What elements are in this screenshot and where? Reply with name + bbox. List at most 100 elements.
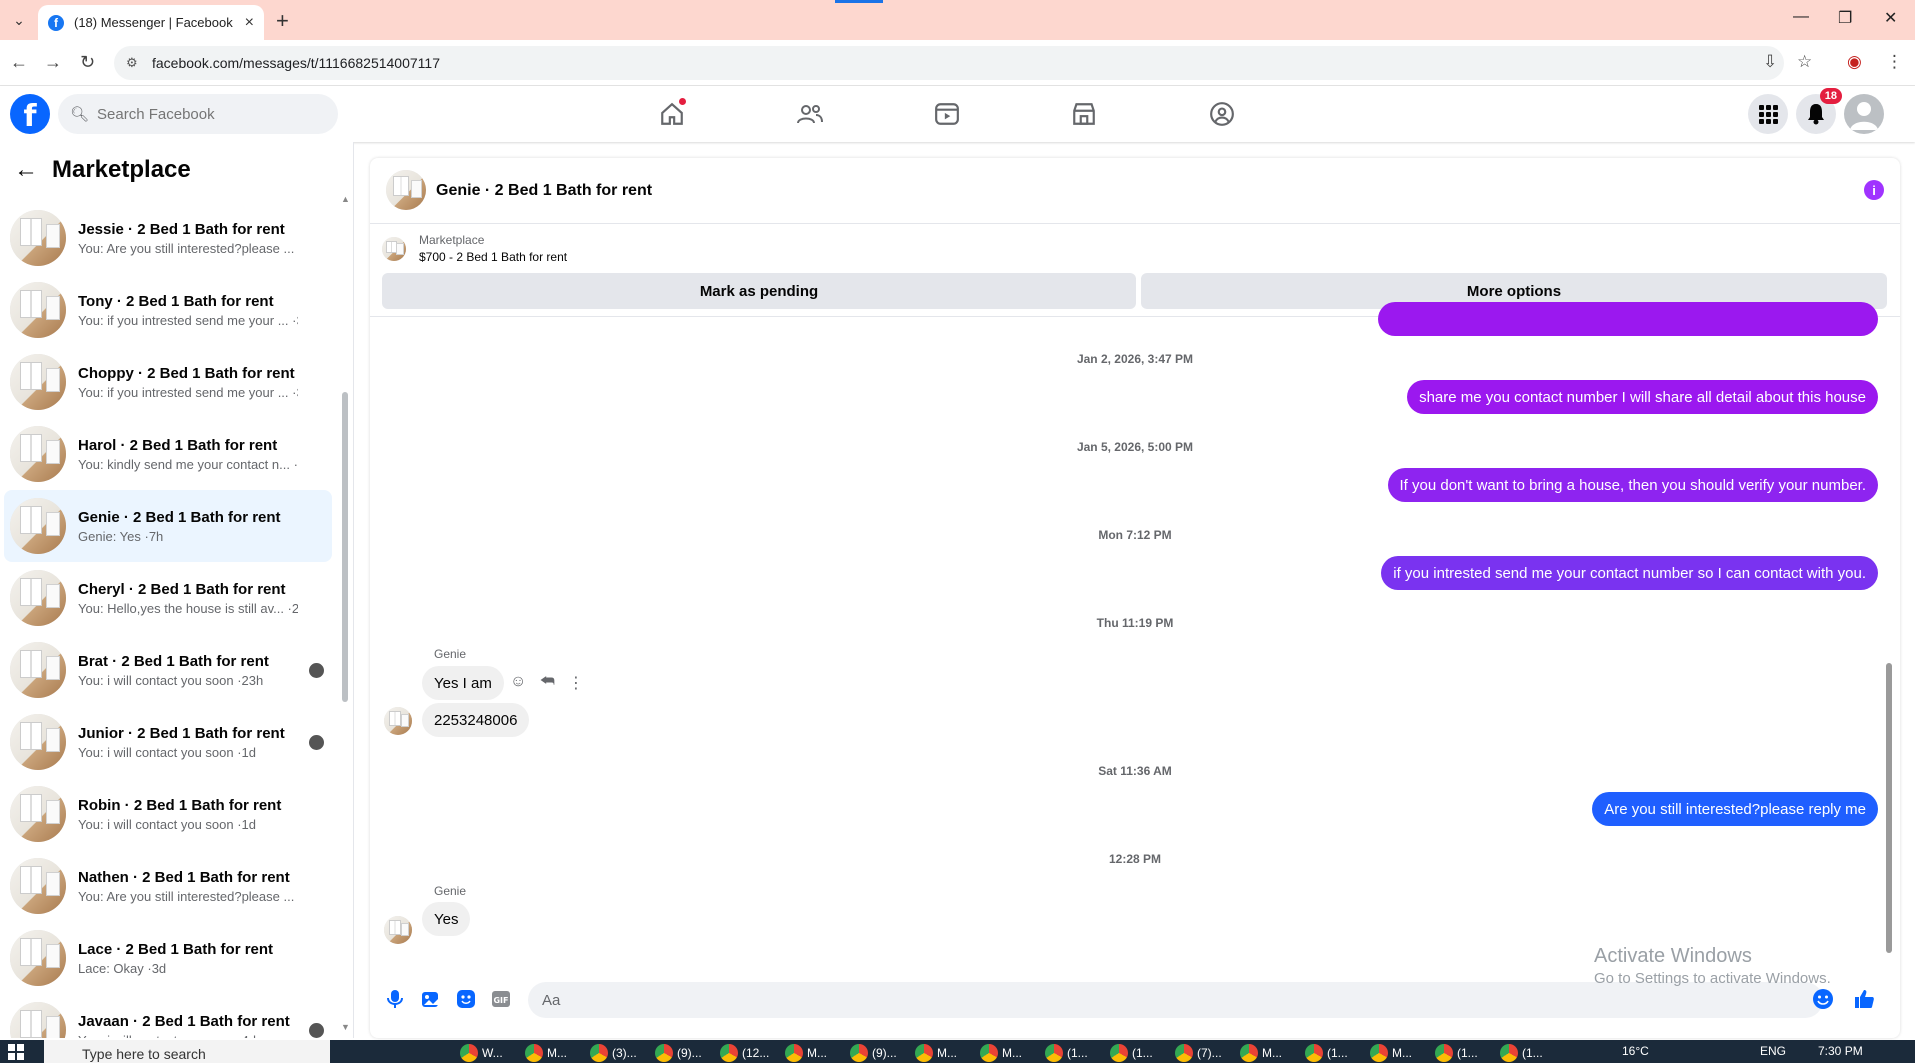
message-input[interactable]: Aa xyxy=(528,982,1823,1018)
taskbar-window-item[interactable]: (9)... xyxy=(655,1042,702,1063)
weather-temperature[interactable]: 16°C xyxy=(1622,1044,1649,1058)
info-icon[interactable]: i xyxy=(1864,180,1884,200)
conversation-item[interactable]: Genie · 2 Bed 1 Bath for rent Genie: Yes … xyxy=(4,490,332,562)
conversation-preview: You: i will contact you soon ·1d xyxy=(78,744,257,760)
taskbar-window-item[interactable]: (9)... xyxy=(850,1042,897,1063)
forward-icon[interactable]: → xyxy=(44,52,62,73)
minimize-icon[interactable]: — xyxy=(1793,8,1809,26)
browser-tab-messenger[interactable]: f (18) Messenger | Facebook × xyxy=(38,5,264,40)
gif-icon[interactable]: GIF xyxy=(490,988,512,1010)
taskbar-window-item[interactable]: (3)... xyxy=(590,1042,637,1063)
windows-start-icon[interactable] xyxy=(8,1044,24,1060)
profile-icon[interactable]: ◉ xyxy=(1847,52,1862,72)
mark-as-pending-button[interactable]: Mark as pending xyxy=(382,273,1136,309)
taskbar-window-item[interactable]: M... xyxy=(980,1042,1022,1063)
taskbar-window-item[interactable]: W... xyxy=(460,1042,503,1063)
taskbar-window-item[interactable]: M... xyxy=(785,1042,827,1063)
taskbar-window-item[interactable]: (1... xyxy=(1045,1042,1088,1063)
taskbar-window-item[interactable]: M... xyxy=(525,1042,567,1063)
sidebar-scrollbar[interactable] xyxy=(342,392,348,702)
conversation-item[interactable]: Cheryl · 2 Bed 1 Bath for rent You: Hello… xyxy=(4,562,332,634)
conversation-item[interactable]: Lace · 2 Bed 1 Bath for rent Lace: Okay ·… xyxy=(4,922,332,994)
react-smiley-icon[interactable]: ☺ xyxy=(510,673,526,691)
conversation-item[interactable]: Tony · 2 Bed 1 Bath for rent You: if you … xyxy=(4,274,332,346)
listing-title[interactable]: $700 - 2 Bed 1 Bath for rent xyxy=(419,250,567,264)
taskbar-window-item[interactable]: (7)... xyxy=(1175,1042,1222,1063)
site-info-icon[interactable]: ⚙ xyxy=(126,55,138,71)
conversation-item[interactable]: Brat · 2 Bed 1 Bath for rent You: i will … xyxy=(4,634,332,706)
taskbar-window-item[interactable]: (12... xyxy=(720,1042,769,1063)
listing-thumbnail[interactable] xyxy=(382,237,406,261)
facebook-logo-icon[interactable]: f xyxy=(10,94,50,134)
outgoing-message[interactable]: If you don't want to bring a house, then… xyxy=(1387,468,1878,502)
activate-windows-watermark: Activate Windows Go to Settings to activ… xyxy=(1594,945,1831,987)
tab-close-icon[interactable]: × xyxy=(245,14,254,32)
sender-avatar[interactable] xyxy=(384,707,412,735)
new-tab-icon[interactable]: + xyxy=(276,8,289,34)
restore-icon[interactable]: ❐ xyxy=(1838,8,1852,28)
search-input[interactable] xyxy=(97,105,318,123)
taskbar-window-item[interactable]: (1... xyxy=(1500,1042,1543,1063)
bookmark-star-icon[interactable]: ☆ xyxy=(1797,52,1812,72)
conversation-preview: You: if you intrested send me your ... ·… xyxy=(78,312,298,328)
chat-title[interactable]: Genie · 2 Bed 1 Bath for rent xyxy=(436,182,652,200)
taskbar-window-item[interactable]: (1... xyxy=(1435,1042,1478,1063)
browser-menu-icon[interactable]: ⋮ xyxy=(1886,52,1903,72)
notifications-bell-icon[interactable]: 18 xyxy=(1796,88,1842,134)
outgoing-message-partial[interactable] xyxy=(1378,302,1878,336)
chat-avatar[interactable] xyxy=(386,170,426,210)
like-thumb-icon[interactable] xyxy=(1853,988,1875,1010)
video-icon[interactable] xyxy=(931,98,963,130)
scroll-up-icon[interactable]: ▲ xyxy=(341,194,350,204)
tab-search-chevron-icon[interactable]: ⌄ xyxy=(6,8,32,32)
taskbar-window-item[interactable]: (1... xyxy=(1305,1042,1348,1063)
search-box[interactable]: 🔍︎ xyxy=(58,94,338,134)
omnibox[interactable]: ⚙ facebook.com/messages/t/11166825140071… xyxy=(114,46,1784,80)
incoming-message[interactable]: Yes I am xyxy=(422,666,504,700)
conversation-item[interactable]: Javaan · 2 Bed 1 Bath for rent You: i wil… xyxy=(4,994,332,1038)
reload-icon[interactable]: ↻ xyxy=(80,52,95,73)
taskbar-item-label: M... xyxy=(937,1045,957,1060)
outgoing-message[interactable]: Are you still interested?please reply me xyxy=(1592,792,1878,826)
conversation-item[interactable]: Harol · 2 Bed 1 Bath for rent You: kindly… xyxy=(4,418,332,490)
conversation-item[interactable]: Robin · 2 Bed 1 Bath for rent You: i will… xyxy=(4,778,332,850)
conversation-item[interactable]: Junior · 2 Bed 1 Bath for rent You: i wil… xyxy=(4,706,332,778)
conversation-item[interactable]: Choppy · 2 Bed 1 Bath for rent You: if yo… xyxy=(4,346,332,418)
taskbar-window-item[interactable]: (1... xyxy=(1110,1042,1153,1063)
url-text[interactable]: facebook.com/messages/t/1116682514007117 xyxy=(152,55,440,71)
sticker-icon[interactable] xyxy=(455,988,477,1010)
gaming-icon[interactable] xyxy=(1206,98,1238,130)
incoming-message[interactable]: 2253248006 xyxy=(422,703,530,737)
clock[interactable]: 7:30 PM xyxy=(1818,1044,1863,1058)
browser-tab-bar: ⌄ f (18) Messenger | Facebook × + — ❐ ✕ xyxy=(0,0,1915,40)
emoji-icon[interactable] xyxy=(1812,988,1834,1010)
sender-avatar[interactable] xyxy=(384,916,412,944)
outgoing-message[interactable]: share me you contact number I will share… xyxy=(1407,380,1878,414)
incoming-message[interactable]: Yes xyxy=(422,902,471,936)
taskbar-window-item[interactable]: M... xyxy=(915,1042,957,1063)
conversation-name: Lace · 2 Bed 1 Bath for rent xyxy=(78,940,274,958)
seen-avatar xyxy=(309,1023,324,1038)
reply-icon[interactable]: ⮪ xyxy=(540,673,555,691)
taskbar-window-item[interactable]: M... xyxy=(1240,1042,1282,1063)
more-actions-icon[interactable]: ⋮ xyxy=(568,673,584,693)
account-avatar[interactable] xyxy=(1844,94,1884,134)
window-close-icon[interactable]: ✕ xyxy=(1884,8,1897,28)
conversation-item[interactable]: Jessie · 2 Bed 1 Bath for rent You: Are y… xyxy=(4,202,332,274)
menu-grid-icon[interactable] xyxy=(1748,94,1788,134)
home-icon[interactable] xyxy=(656,98,688,130)
marketplace-icon[interactable] xyxy=(1068,98,1100,130)
install-app-icon[interactable]: ⇩ xyxy=(1763,52,1777,72)
chat-scrollbar[interactable] xyxy=(1886,663,1892,953)
scroll-down-icon[interactable]: ▼ xyxy=(341,1022,350,1032)
microphone-icon[interactable] xyxy=(384,988,406,1010)
back-arrow-icon[interactable]: ← xyxy=(14,156,38,184)
back-icon[interactable]: ← xyxy=(10,52,28,73)
language-indicator[interactable]: ENG xyxy=(1760,1044,1786,1058)
taskbar-search[interactable]: Type here to search xyxy=(44,1040,330,1063)
conversation-item[interactable]: Nathen · 2 Bed 1 Bath for rent You: Are y… xyxy=(4,850,332,922)
photo-icon[interactable] xyxy=(420,988,442,1010)
friends-icon[interactable] xyxy=(794,98,826,130)
taskbar-window-item[interactable]: M... xyxy=(1370,1042,1412,1063)
outgoing-message[interactable]: if you intrested send me your contact nu… xyxy=(1381,556,1878,590)
